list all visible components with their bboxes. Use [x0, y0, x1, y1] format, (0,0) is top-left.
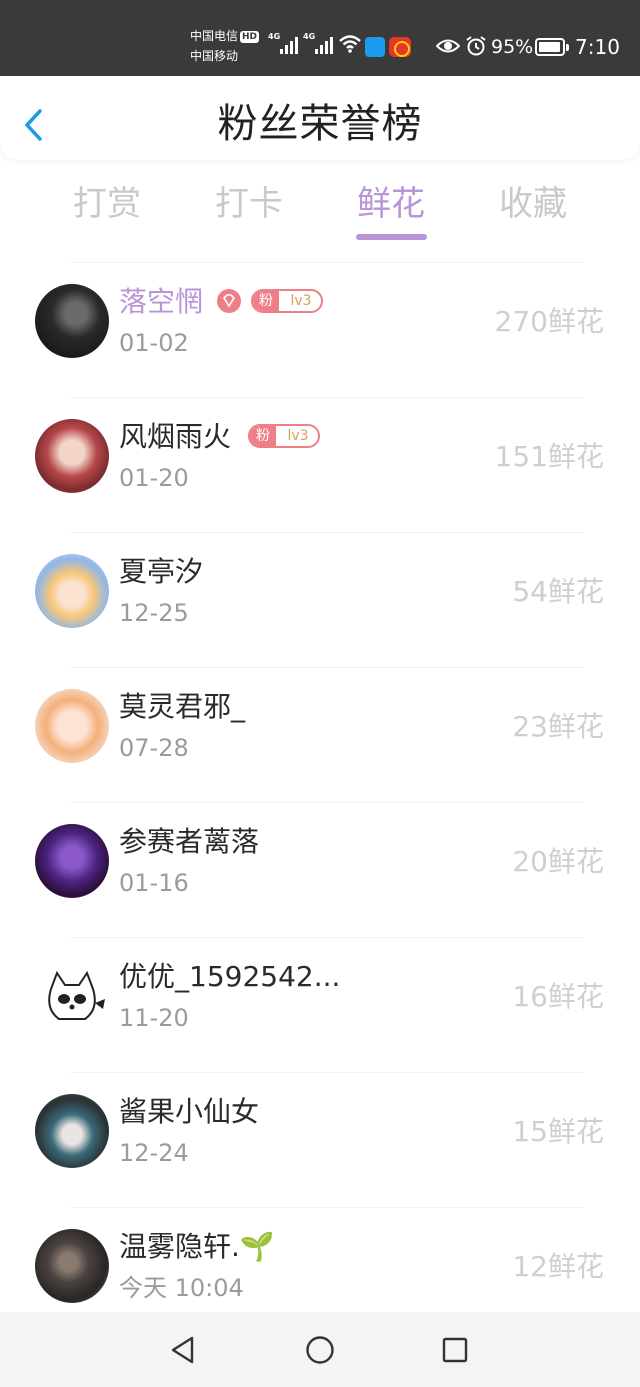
wifi-icon	[339, 35, 361, 53]
list-item[interactable]: 夏亭汐 12-25 54鲜花	[0, 532, 640, 667]
tab-bar: 打赏 打卡 鲜花 收藏	[0, 176, 640, 246]
fan-badge-level: lv3	[287, 428, 309, 444]
carrier-1: 中国电信	[190, 29, 239, 43]
list-item-date: 12-24	[119, 1139, 189, 1167]
flower-count: 151鲜花	[494, 440, 604, 473]
user-name: 参赛者蓠落	[119, 825, 260, 858]
eye-icon	[436, 39, 460, 53]
clock: 7:10	[575, 35, 620, 59]
fan-level-badge: 粉 lv3	[248, 424, 320, 448]
flower-count: 15鲜花	[512, 1115, 604, 1148]
avatar	[35, 284, 109, 358]
list-item-date: 01-02	[119, 329, 189, 357]
avatar	[35, 1094, 109, 1168]
carrier-2: 中国移动	[190, 49, 239, 63]
flower-count: 16鲜花	[512, 980, 604, 1013]
square-recents-icon[interactable]	[437, 1332, 473, 1368]
user-name: 夏亭汐	[119, 555, 204, 588]
tab-checkin[interactable]: 打卡	[194, 182, 304, 226]
avatar	[35, 554, 109, 628]
fan-badge-level: lv3	[290, 293, 312, 309]
battery-icon	[535, 38, 569, 56]
tab-reward[interactable]: 打赏	[52, 182, 162, 226]
list-item[interactable]: 风烟雨火 粉 lv3 01-20 151鲜花	[0, 397, 640, 532]
user-name: 落空惘	[119, 285, 204, 318]
avatar	[35, 689, 109, 763]
flower-count: 54鲜花	[512, 575, 604, 608]
avatar	[35, 824, 109, 898]
flower-count: 12鲜花	[512, 1250, 604, 1283]
weibo-icon	[389, 37, 411, 57]
flower-count: 20鲜花	[512, 845, 604, 878]
list-item-date: 01-20	[119, 464, 189, 492]
user-name: 酱果小仙女	[119, 1095, 260, 1128]
flower-count: 270鲜花	[494, 305, 604, 338]
user-name: 风烟雨火	[119, 420, 232, 453]
network-type-label: 4G	[303, 32, 316, 41]
user-name: 莫灵君邪_	[119, 690, 246, 723]
active-tab-indicator	[356, 234, 427, 240]
flower-count: 23鲜花	[512, 710, 604, 743]
tab-favorites[interactable]: 收藏	[478, 182, 588, 226]
user-name: 优优_1592542...	[119, 960, 341, 993]
list-item-date: 07-28	[119, 734, 189, 762]
triangle-back-icon[interactable]	[165, 1332, 201, 1368]
network-type-label: 4G	[268, 32, 281, 41]
app-notification-icon	[365, 37, 385, 57]
vip-diamond-icon	[217, 289, 241, 313]
list-item[interactable]: 落空惘 粉 lv3 01-02 270鲜花	[0, 262, 640, 397]
list-item-date: 今天 10:04	[119, 1274, 244, 1302]
list-item[interactable]: 参赛者蓠落 01-16 20鲜花	[0, 802, 640, 937]
battery-percent: 95%	[491, 36, 534, 58]
system-nav-bar	[0, 1312, 640, 1387]
list-item[interactable]: 酱果小仙女 12-24 15鲜花	[0, 1072, 640, 1207]
list-item[interactable]: 优优_1592542... 11-20 16鲜花	[0, 937, 640, 1072]
avatar	[35, 959, 109, 1033]
carrier-info: 中国电信 HD 中国移动	[190, 26, 260, 66]
list-item[interactable]: 莫灵君邪_ 07-28 23鲜花	[0, 667, 640, 802]
hd-badge: HD	[240, 31, 260, 43]
user-name: 温雾隐轩.🌱	[119, 1230, 275, 1263]
alarm-icon	[466, 36, 486, 56]
circle-home-icon[interactable]	[302, 1332, 338, 1368]
fan-level-badge: 粉 lv3	[251, 289, 323, 313]
page-title: 粉丝荣誉榜	[217, 101, 423, 147]
header: 粉丝荣誉榜	[0, 76, 640, 160]
list-item-date: 12-25	[119, 599, 189, 627]
list-item-date: 11-20	[119, 1004, 189, 1032]
status-bar: 中国电信 HD 中国移动 4G 4G 95% 7:10	[0, 0, 640, 76]
avatar	[35, 419, 109, 493]
fan-badge-tag: 粉	[250, 426, 276, 446]
fan-badge-tag: 粉	[253, 291, 279, 311]
avatar	[35, 1229, 109, 1303]
list-item-date: 01-16	[119, 869, 189, 897]
tab-flowers[interactable]: 鲜花	[336, 182, 446, 226]
